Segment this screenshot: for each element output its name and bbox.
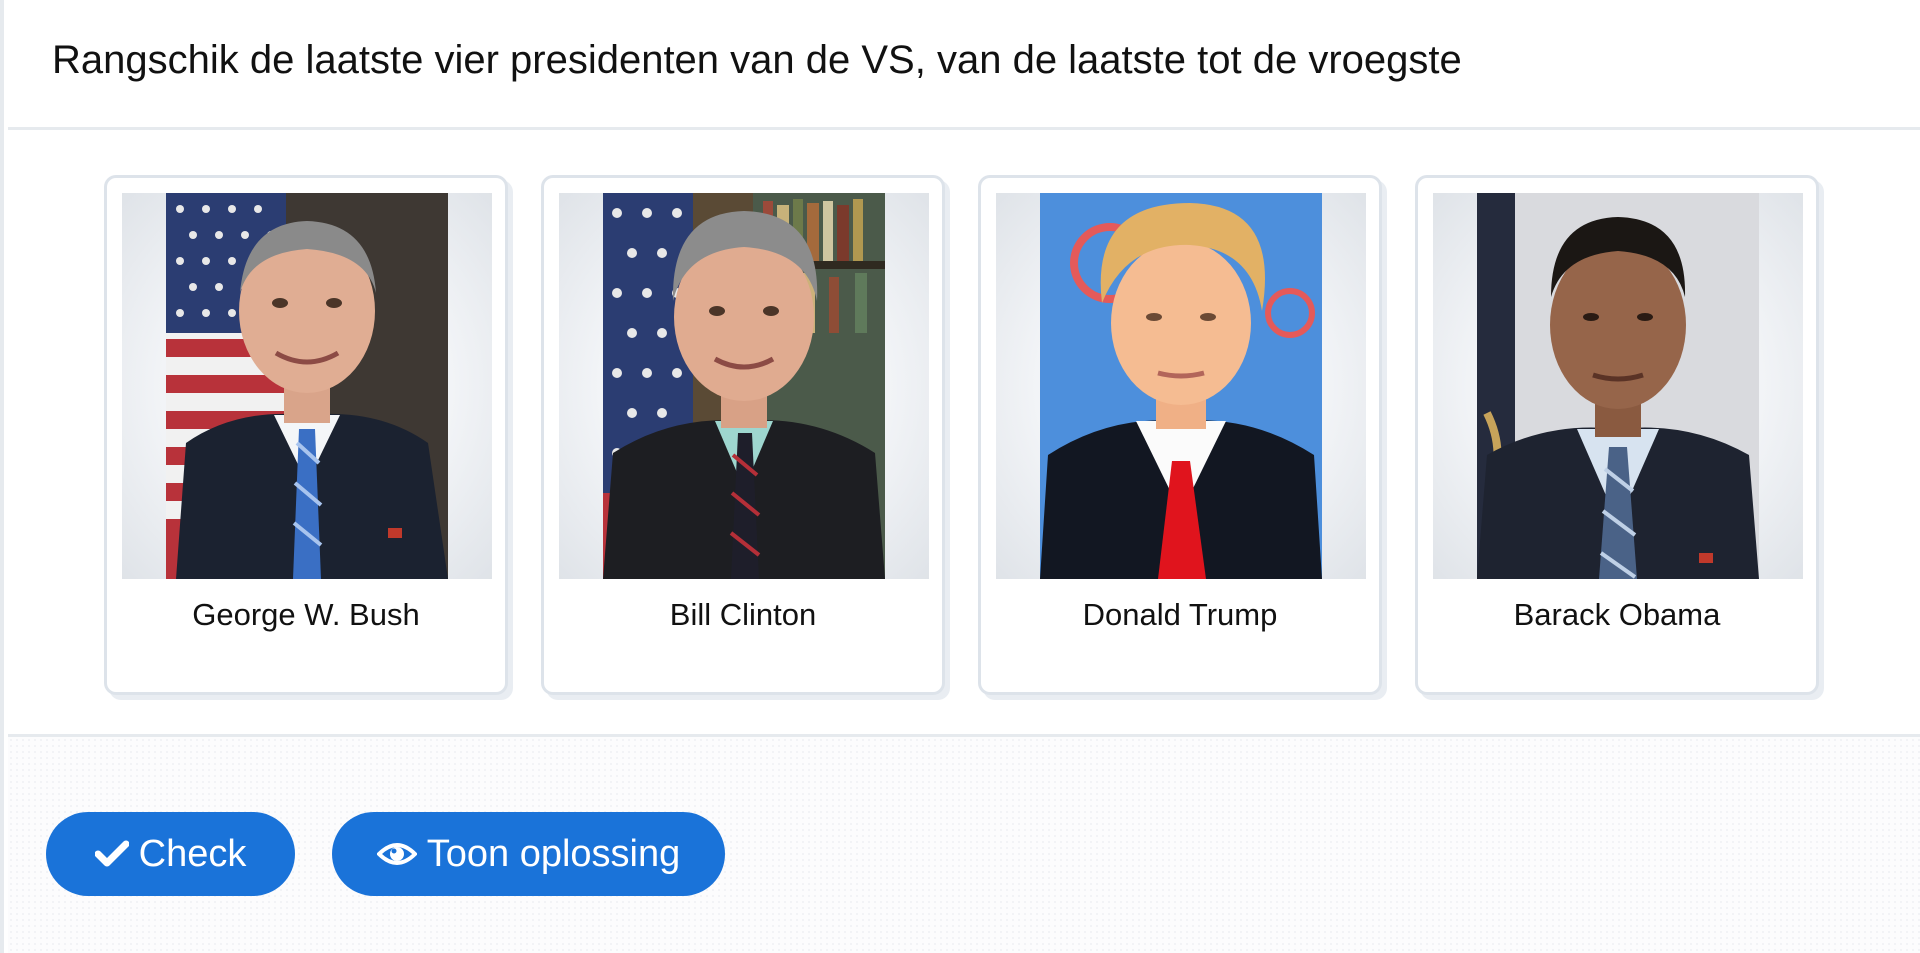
eye-icon — [376, 840, 417, 868]
show-solution-button[interactable]: Toon oplossing — [332, 812, 725, 896]
card-photo-frame — [122, 193, 492, 579]
sortable-card-obama[interactable]: Barack Obama — [1415, 175, 1819, 695]
card-photo-frame — [559, 193, 929, 579]
card-label: Donald Trump — [1082, 597, 1278, 632]
show-solution-button-label: Toon oplossing — [426, 832, 681, 875]
question-header: Rangschik de laatste vier presidenten va… — [8, 0, 1920, 130]
exercise-frame: Rangschik de laatste vier presidenten va… — [0, 0, 1920, 953]
checkmark-icon — [94, 839, 129, 869]
card-photo-frame — [1433, 193, 1803, 579]
card-label: Barack Obama — [1513, 597, 1721, 632]
action-bar: Check Toon oplossing — [8, 737, 1920, 953]
card-label: Bill Clinton — [669, 597, 817, 632]
card-label: George W. Bush — [192, 597, 420, 632]
portrait-photo — [603, 193, 885, 579]
sortable-card-list: George W. Bush Bill Clinton Donald Trump… — [8, 130, 1920, 737]
sortable-card-bush[interactable]: George W. Bush — [104, 175, 508, 695]
portrait-photo — [166, 193, 448, 579]
portrait-photo — [1477, 193, 1759, 579]
sortable-card-trump[interactable]: Donald Trump — [978, 175, 1382, 695]
sortable-card-clinton[interactable]: Bill Clinton — [541, 175, 945, 695]
portrait-photo — [1040, 193, 1322, 579]
check-button-label: Check — [138, 832, 247, 875]
question-text: Rangschik de laatste vier presidenten va… — [52, 38, 1462, 82]
card-photo-frame — [996, 193, 1366, 579]
check-button[interactable]: Check — [46, 812, 295, 896]
